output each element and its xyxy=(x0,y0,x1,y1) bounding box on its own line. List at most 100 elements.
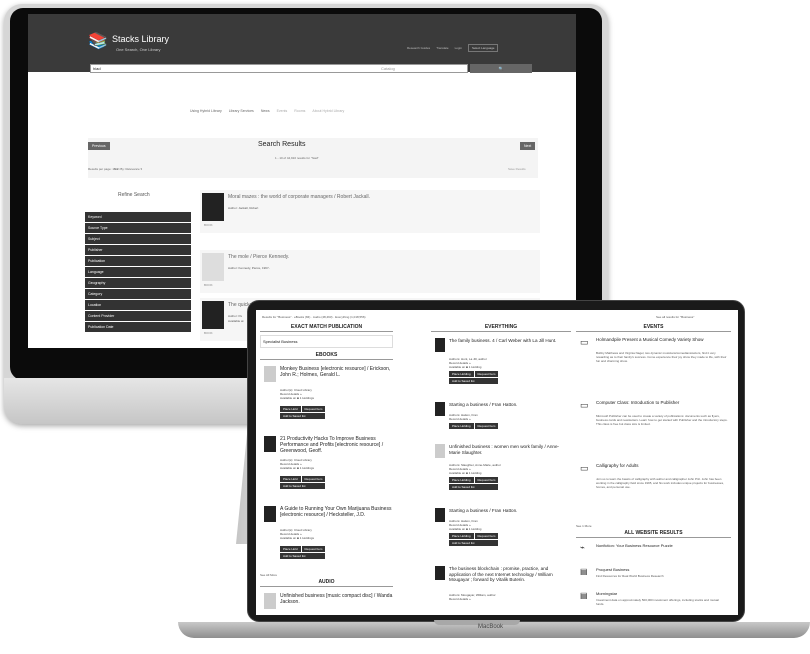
audio-item[interactable]: Unfinished business [music compact disc]… xyxy=(260,590,393,610)
book-cover[interactable] xyxy=(435,338,445,352)
book-cover[interactable] xyxy=(264,366,276,382)
website-result-title[interactable]: Morningstar xyxy=(596,591,617,596)
website-result-title[interactable]: Proquest Business xyxy=(596,567,629,572)
book-cover[interactable] xyxy=(435,444,445,458)
facet-content-provider[interactable]: Content Provider xyxy=(85,311,191,321)
facet-subject[interactable]: Subject xyxy=(85,234,191,244)
place-hold-button[interactable]: Place Hold xyxy=(280,546,301,552)
website-result-title[interactable]: Nonfiction: Your Business Resource Puzzl… xyxy=(596,543,673,548)
see-all-ebooks-link[interactable]: See All More xyxy=(260,573,393,577)
nav-events[interactable]: Events xyxy=(277,109,288,113)
facet-language[interactable]: Language xyxy=(85,267,191,277)
event-item[interactable]: ▭ Holmandpile Present a Musical Comedy V… xyxy=(576,335,731,395)
previous-button[interactable]: Previous xyxy=(88,142,110,150)
sort-by-select[interactable]: Sort By: Relevance ▾ xyxy=(114,167,142,171)
result-record[interactable]: BOOK Moral mazes : the world of corporat… xyxy=(200,190,540,233)
item-title[interactable]: The family business. 4 / Carl Weber with… xyxy=(449,338,569,344)
next-button[interactable]: Next xyxy=(520,142,536,150)
everything-item[interactable]: The business blockchain : promise, pract… xyxy=(431,563,571,615)
item-title[interactable]: Monkey Business [electronic resource] / … xyxy=(280,366,398,378)
event-title[interactable]: Calligraphy for Adults xyxy=(596,463,726,468)
event-title[interactable]: Computer Class: Introduction to Publishe… xyxy=(596,400,726,405)
exact-match-result[interactable]: Specialist Business xyxy=(260,335,393,348)
place-holding-button[interactable]: Place Holding xyxy=(449,533,474,539)
add-to-saved-list-button[interactable]: Add to Saved list xyxy=(280,413,326,419)
everything-item[interactable]: Starting a business / Fran Hatton. Autho… xyxy=(431,505,571,561)
audio-cover[interactable] xyxy=(264,593,276,609)
add-to-saved-list-button[interactable]: Add to Saved list xyxy=(280,483,326,489)
facet-publication-date[interactable]: Publication Date xyxy=(85,322,191,332)
request-item-button[interactable]: Request Item xyxy=(301,406,326,412)
book-cover[interactable] xyxy=(202,193,224,221)
record-availability: Available at xyxy=(228,319,244,323)
place-holding-button[interactable]: Place Holding xyxy=(449,371,474,377)
facet-publication[interactable]: Publication xyxy=(85,256,191,266)
save-results-link[interactable]: Save Results xyxy=(508,167,526,171)
nav-about[interactable]: About Hybrid Library xyxy=(312,109,344,113)
header-link-login[interactable]: Login xyxy=(455,46,462,50)
facet-geography[interactable]: Geography xyxy=(85,278,191,288)
facet-location[interactable]: Location xyxy=(85,300,191,310)
place-hold-button[interactable]: Place Hold xyxy=(280,476,301,482)
item-title[interactable]: 21 Productivity Hacks To Improve Busines… xyxy=(280,436,398,454)
event-item[interactable]: ▭ Calligraphy for Adults Join us to lear… xyxy=(576,461,731,521)
facet-source-type[interactable]: Source Type xyxy=(85,223,191,233)
website-result[interactable]: ▤ Proquest Business Find Resources for R… xyxy=(576,565,731,589)
facet-keyword[interactable]: Keyword xyxy=(85,212,191,222)
book-cover[interactable] xyxy=(435,402,445,416)
event-item[interactable]: ▭ Computer Class: Introduction to Publis… xyxy=(576,398,731,458)
item-title[interactable]: Unfinished business : women men work fam… xyxy=(449,444,569,455)
see-more-events-link[interactable]: See 1 More xyxy=(576,524,731,528)
place-holding-button[interactable]: Place Holding xyxy=(449,423,474,429)
nav-using-hybrid-library[interactable]: Using Hybrid Library xyxy=(190,109,222,113)
book-cover-placeholder[interactable] xyxy=(202,253,224,281)
result-record[interactable]: BOOK The mole / Pierce Kennedy. Author: … xyxy=(200,250,540,293)
item-title[interactable]: Starting a business / Fran Hatton. xyxy=(449,402,569,408)
facet-publisher[interactable]: Publisher xyxy=(85,245,191,255)
facet-category[interactable]: Category xyxy=(85,289,191,299)
see-all-results-link[interactable]: See all results for "Business" xyxy=(656,315,694,319)
request-item-button[interactable]: Request Item xyxy=(301,546,326,552)
item-title[interactable]: Unfinished business [music compact disc]… xyxy=(280,593,398,605)
item-title[interactable]: Starting a business / Fran Hatton. xyxy=(449,508,569,514)
language-select[interactable]: Select Language xyxy=(467,44,499,52)
ebook-item[interactable]: A Guide to Running Your Own Marijuana Bu… xyxy=(260,503,393,571)
add-to-saved-list-button[interactable]: Add to Saved list xyxy=(449,484,499,490)
request-item-button[interactable]: Request Item xyxy=(474,477,499,483)
search-scope-select[interactable]: Catalog xyxy=(381,66,395,71)
nav-library-services[interactable]: Library Services xyxy=(229,109,254,113)
request-item-button[interactable]: Request Item xyxy=(474,371,499,377)
add-to-saved-list-button[interactable]: Add to Saved list xyxy=(449,378,499,384)
book-cover[interactable] xyxy=(202,301,224,329)
request-item-button[interactable]: Request Item xyxy=(474,533,499,539)
header-link-research-guides[interactable]: Research Guides xyxy=(407,46,430,50)
book-cover[interactable] xyxy=(435,508,445,522)
place-holding-button[interactable]: Place Holding xyxy=(449,477,474,483)
request-item-button[interactable]: Request Item xyxy=(301,476,326,482)
record-title[interactable]: The mole / Pierce Kennedy. xyxy=(228,254,289,260)
request-item-button[interactable]: Request Item xyxy=(474,423,499,429)
item-title[interactable]: The business blockchain : promise, pract… xyxy=(449,566,569,583)
place-hold-button[interactable]: Place Hold xyxy=(280,406,301,412)
nav-news[interactable]: News xyxy=(261,109,270,113)
record-title[interactable]: Moral mazes : the world of corporate man… xyxy=(228,194,370,200)
ebook-item[interactable]: 21 Productivity Hacks To Improve Busines… xyxy=(260,433,393,501)
header-link-translate[interactable]: Translate xyxy=(436,46,448,50)
site-title[interactable]: Stacks Library xyxy=(112,34,169,44)
book-cover[interactable] xyxy=(264,506,276,522)
item-title[interactable]: A Guide to Running Your Own Marijuana Bu… xyxy=(280,506,398,518)
website-result[interactable]: ▤ Morningstar Investment data on approxi… xyxy=(576,589,731,613)
book-cover[interactable] xyxy=(264,436,276,452)
ebook-item[interactable]: Monkey Business [electronic resource] / … xyxy=(260,363,393,431)
search-button[interactable]: 🔍 xyxy=(470,64,532,73)
nav-rooms[interactable]: Rooms xyxy=(294,109,305,113)
event-title[interactable]: Holmandpile Present a Musical Comedy Var… xyxy=(596,337,726,342)
book-cover[interactable] xyxy=(435,566,445,580)
everything-item[interactable]: The family business. 4 / Carl Weber with… xyxy=(431,335,571,397)
add-to-saved-list-button[interactable]: Add to Saved list xyxy=(449,540,499,546)
add-to-saved-list-button[interactable]: Add to Saved list xyxy=(280,553,326,559)
everything-item[interactable]: Starting a business / Fran Hatton. Autho… xyxy=(431,399,571,439)
website-result[interactable]: ⌁ Nonfiction: Your Business Resource Puz… xyxy=(576,541,731,565)
search-input[interactable]: hiad Catalog xyxy=(90,64,468,73)
everything-item[interactable]: Unfinished business : women men work fam… xyxy=(431,441,571,503)
